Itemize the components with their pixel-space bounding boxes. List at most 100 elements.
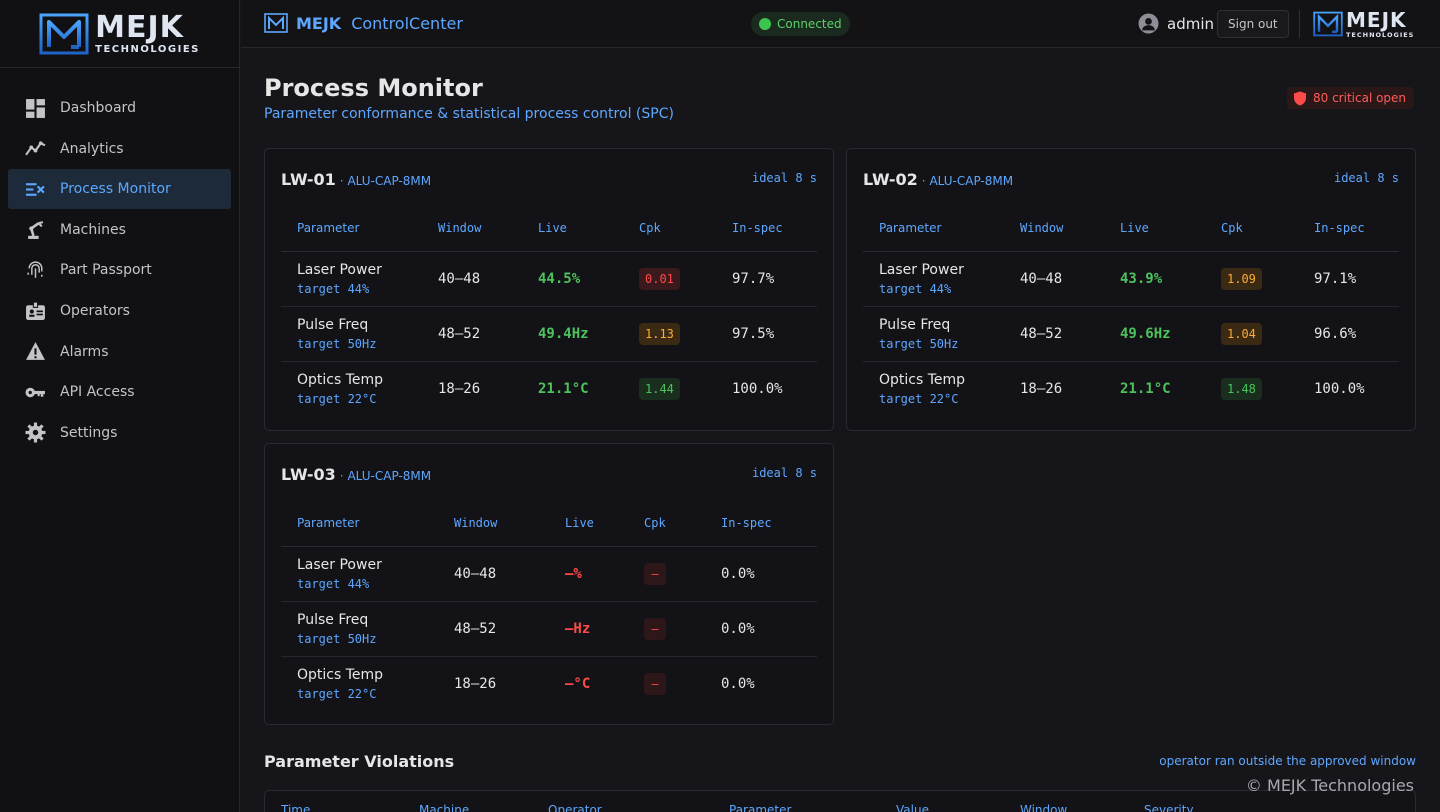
table-row[interactable]: Laser Power target 44% 40–48 –% – 0.0% [281,546,817,602]
column-header-live: Live [1104,205,1205,252]
user-menu[interactable]: admin [1138,13,1214,34]
sidebar-item-label: Analytics [60,140,124,157]
sidebar-item-analytics[interactable]: Analytics [8,129,231,169]
sidebar-logo[interactable]: MEJK TECHNOLOGIES [0,0,239,68]
in-spec-value: 97.7% [716,251,817,307]
column-header-severity: Severity [1144,803,1194,812]
parameter-target: target 22°C [297,686,377,701]
connection-status-text: Connected [777,17,842,31]
sidebar-item-label: Alarms [60,343,109,360]
line-card-lw-01: LW-01 · ALU-CAP-8MM ideal 8 s Parameter … [264,148,834,431]
violations-table: Time Machine Operator Parameter Value Wi… [264,790,1416,812]
part-number: ALU-CAP-8MM [929,174,1014,188]
live-value: 21.1°C [538,380,589,397]
column-header-cpk: Cpk [623,205,716,252]
table-row[interactable]: Pulse Freq target 50Hz 48–52 49.6Hz 1.04 … [863,306,1399,362]
header-brand-name: MEJK [296,13,342,33]
parameter-name: Laser Power [297,261,382,278]
table-row[interactable]: Optics Temp target 22°C 18–26 21.1°C 1.48… [863,361,1399,416]
parameter-table: Parameter Window Live Cpk In-spec Laser … [863,205,1399,416]
in-spec-value: 100.0% [1314,380,1365,397]
column-header-window: Window [438,500,549,547]
column-header-window: Window [1004,205,1104,252]
sidebar-item-machines[interactable]: Machines [8,210,231,250]
table-header-row: Parameter Window Live Cpk In-spec [281,500,817,547]
sidebar-item-label: Dashboard [60,100,136,116]
sidebar-item-settings[interactable]: Settings [8,413,231,453]
sidebar-item-label: API Access [60,384,135,401]
shield-icon [1294,91,1306,105]
header-divider [1299,10,1300,38]
live-value: 21.1°C [1120,380,1171,397]
live-value: –°C [565,675,591,692]
table-row[interactable]: Laser Power target 44% 40–48 44.5% 0.01 9… [281,251,817,307]
page-subtitle: Parameter conformance & statistical proc… [264,106,674,122]
status-dot-icon [759,18,771,30]
logo-subtitle: TECHNOLOGIES [95,43,200,55]
cpk-badge: – [644,617,666,640]
mejk-logo-icon [1313,11,1343,37]
violations-note: operator ran outside the approved window [1159,754,1416,768]
sidebar-item-label: Settings [60,424,118,441]
dashboard-icon [24,97,46,119]
ideal-cycle-time: ideal 8 s [1333,171,1399,185]
header-logo-title: MEJK [1346,8,1407,32]
cpk-badge: 1.44 [639,377,680,400]
window-value: 48–52 [1004,306,1104,362]
id-badge-icon [24,300,46,322]
column-header-window: Window [422,205,522,252]
column-header-live: Live [522,205,623,252]
connection-status-badge: Connected [751,12,850,36]
sign-out-button[interactable]: Sign out [1217,10,1289,38]
table-row[interactable]: Laser Power target 44% 40–48 43.9% 1.09 9… [863,251,1399,307]
column-header-in-spec: In-spec [1298,205,1399,252]
window-value: 18–26 [438,380,481,397]
column-header-parameter: Parameter [281,205,422,252]
parameter-name: Optics Temp [879,371,966,388]
parameter-target: target 44% [297,576,370,591]
gear-icon [24,422,46,444]
column-header-operator: Operator [548,803,602,812]
sidebar-item-operators[interactable]: Operators [8,291,231,331]
sidebar-item-part-passport[interactable]: Part Passport [8,250,231,290]
live-value: 49.4Hz [522,306,623,362]
table-row[interactable]: Optics Temp target 22°C 18–26 21.1°C 1.44… [281,361,817,416]
sidebar-nav: Dashboard Analytics Process Monitor Mach… [0,68,239,453]
separator-dot: · [339,469,344,483]
table-row[interactable]: Pulse Freq target 50Hz 48–52 49.4Hz 1.13 … [281,306,817,362]
sidebar-item-alarms[interactable]: Alarms [8,332,231,372]
cpk-badge: – [644,672,666,695]
line-card-lw-03: LW-03 · ALU-CAP-8MM ideal 8 s Parameter … [264,443,834,725]
sidebar-item-dashboard[interactable]: Dashboard [8,88,231,128]
username: admin [1167,14,1214,33]
analytics-icon [24,138,46,160]
window-value: 18–26 [1020,380,1063,397]
sidebar: MEJK TECHNOLOGIES Dashboard Analytics Pr… [0,0,240,812]
parameter-name: Pulse Freq [879,316,951,333]
header-brand[interactable]: MEJK ControlCenter [264,13,463,33]
in-spec-value: 0.0% [705,546,817,602]
column-header-live: Live [549,500,628,547]
header-logo: MEJK TECHNOLOGIES [1313,10,1414,39]
parameter-target: target 22°C [879,391,959,406]
separator-dot: · [921,174,926,188]
in-spec-value: 97.1% [1298,251,1399,307]
parameter-name: Optics Temp [297,371,384,388]
table-header-row: Parameter Window Live Cpk In-spec [281,205,817,252]
parameter-target: target 44% [297,281,370,296]
critical-count-text: 80 critical open [1313,91,1407,105]
critical-count-badge[interactable]: 80 critical open [1287,87,1415,109]
sidebar-item-process-monitor[interactable]: Process Monitor [8,169,231,210]
in-spec-value: 96.6% [1298,306,1399,362]
column-header-parameter: Parameter [729,803,792,812]
parameter-target: target 44% [879,281,952,296]
column-header-cpk: Cpk [1205,205,1298,252]
sidebar-item-api-access[interactable]: API Access [8,372,231,412]
ideal-cycle-time: ideal 8 s [751,171,817,185]
cpk-badge: 1.04 [1221,322,1262,345]
table-row[interactable]: Optics Temp target 22°C 18–26 –°C – 0.0% [281,656,817,711]
in-spec-value: 0.0% [721,675,755,692]
in-spec-value: 0.0% [705,601,817,657]
table-row[interactable]: Pulse Freq target 50Hz 48–52 –Hz – 0.0% [281,601,817,657]
column-header-cpk: Cpk [628,500,705,547]
